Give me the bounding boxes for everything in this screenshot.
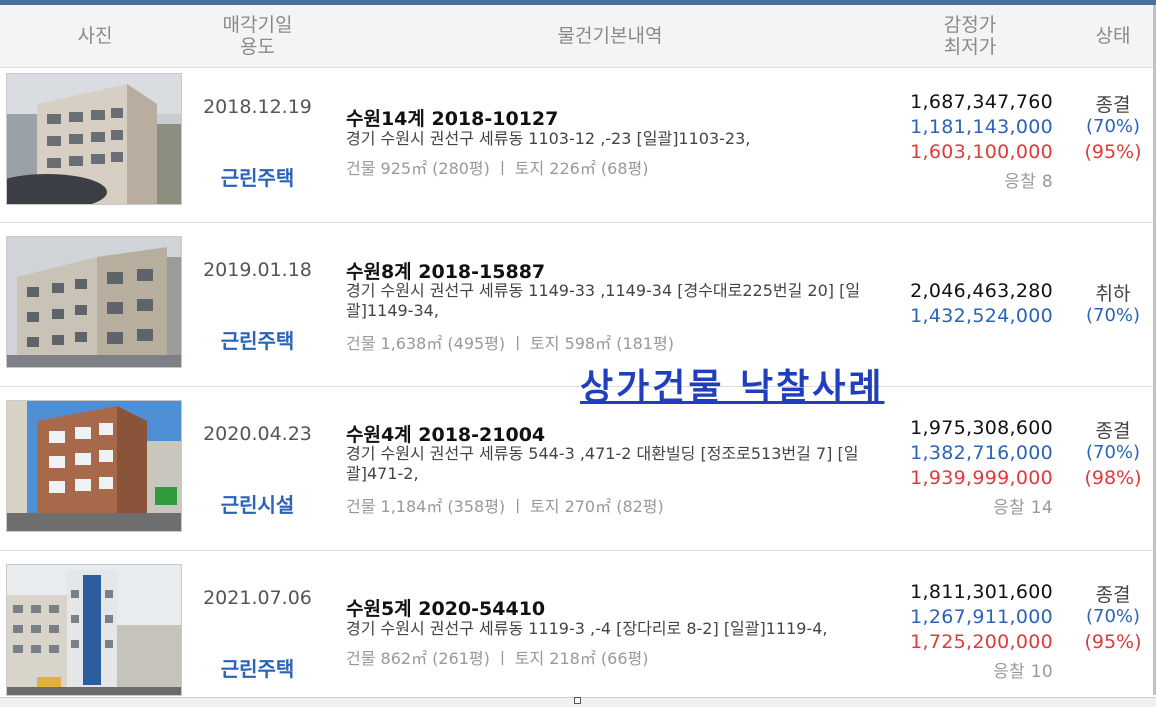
case-title[interactable]: 수원8계 2018-15887 — [346, 257, 545, 284]
property-address: 경기 수원시 권선구 세류동 1149-33 ,1149-34 [경수대로225… — [346, 281, 861, 320]
minimum-percent: (70%) — [1085, 606, 1141, 627]
header-minimum-label: 최저가 — [943, 36, 997, 58]
property-area: 건물 1,638㎡ (495평) ㅣ 토지 598㎡ (181평) — [346, 334, 674, 353]
status-label: 종결 — [1095, 584, 1131, 606]
property-use[interactable]: 근린주택 — [190, 653, 325, 682]
winning-price: 1,603,100,000 — [910, 141, 1053, 163]
case-title[interactable]: 수원4계 2018-21004 — [346, 420, 545, 447]
resize-handle[interactable] — [574, 697, 581, 704]
property-address: 경기 수원시 권선구 세류동 544-3 ,471-2 대환빌딩 [정조로513… — [346, 444, 859, 483]
table-row[interactable]: 2018.12.19 근린주택 수원14계 2018-10127 경기 수원시 … — [0, 68, 1156, 223]
bid-count: 응찰 10 — [993, 662, 1053, 682]
header-date-use: 매각기일 용도 — [190, 5, 325, 67]
header-photo-label: 사진 — [77, 25, 113, 47]
table-header: 사진 매각기일 용도 물건기본내역 감정가 최저가 상태 — [0, 5, 1156, 68]
property-area: 건물 925㎡ (280평) ㅣ 토지 226㎡ (68평) — [346, 159, 649, 178]
minimum-price: 1,181,143,000 — [910, 116, 1053, 138]
minimum-percent: (70%) — [1085, 442, 1141, 463]
appraisal-price: 1,811,301,600 — [910, 581, 1053, 603]
property-area: 건물 862㎡ (261평) ㅣ 토지 218㎡ (66평) — [346, 649, 649, 668]
header-date-label: 매각기일 — [222, 14, 293, 36]
winning-price: 1,939,999,000 — [910, 467, 1053, 489]
case-title[interactable]: 수원5계 2020-54410 — [346, 594, 545, 621]
auction-date: 2019.01.18 — [203, 259, 312, 281]
appraisal-price: 1,975,308,600 — [910, 417, 1053, 439]
header-appraisal-label: 감정가 — [943, 14, 997, 36]
winning-percent: (95%) — [1084, 631, 1142, 653]
property-photo[interactable] — [6, 564, 182, 696]
minimum-price: 1,432,524,000 — [910, 305, 1053, 327]
auction-date: 2018.12.19 — [203, 96, 312, 118]
table-row[interactable]: 2019.01.18 근린주택 수원8계 2018-15887 경기 수원시 권… — [0, 223, 1156, 387]
header-status-label: 상태 — [1095, 25, 1131, 47]
status-label: 종결 — [1095, 94, 1131, 116]
property-use[interactable]: 근린주택 — [190, 325, 325, 354]
header-price: 감정가 최저가 — [890, 5, 1050, 67]
auction-date: 2021.07.06 — [203, 587, 312, 609]
winning-percent: (95%) — [1084, 141, 1142, 163]
header-status: 상태 — [1070, 5, 1156, 67]
property-photo[interactable] — [6, 236, 182, 368]
header-use-label: 용도 — [240, 36, 275, 58]
property-address: 경기 수원시 권선구 세류동 1119-3 ,-4 [장다리로 8-2] [일괄… — [346, 619, 828, 638]
minimum-price: 1,267,911,000 — [910, 606, 1053, 628]
status-label: 종결 — [1095, 420, 1131, 442]
minimum-percent: (70%) — [1085, 116, 1141, 137]
appraisal-price: 2,046,463,280 — [910, 280, 1053, 302]
appraisal-price: 1,687,347,760 — [910, 91, 1053, 113]
property-photo[interactable] — [6, 400, 182, 532]
property-use[interactable]: 근린시설 — [190, 489, 325, 518]
property-use[interactable]: 근린주택 — [190, 162, 325, 191]
winning-percent: (98%) — [1084, 467, 1142, 489]
bid-count: 응찰 14 — [993, 498, 1053, 518]
header-info: 물건기본내역 — [330, 5, 890, 67]
header-info-label: 물건기본내역 — [557, 25, 663, 47]
table-row[interactable]: 2021.07.06 근린주택 수원5계 2020-54410 경기 수원시 권… — [0, 551, 1156, 696]
property-photo[interactable] — [6, 73, 182, 205]
table-row[interactable]: 2020.04.23 근린시설 수원4계 2018-21004 경기 수원시 권… — [0, 387, 1156, 551]
header-photo: 사진 — [0, 5, 190, 67]
case-title[interactable]: 수원14계 2018-10127 — [346, 104, 558, 131]
auction-date: 2020.04.23 — [203, 423, 312, 445]
bid-count: 응찰 8 — [1004, 172, 1053, 192]
property-area: 건물 1,184㎡ (358평) ㅣ 토지 270㎡ (82평) — [346, 497, 664, 516]
minimum-price: 1,382,716,000 — [910, 442, 1053, 464]
minimum-percent: (70%) — [1085, 305, 1141, 326]
status-label: 취하 — [1095, 283, 1131, 305]
winning-price: 1,725,200,000 — [910, 631, 1053, 653]
overlay-caption: 상가건물 낙찰사례 — [580, 367, 885, 408]
property-address: 경기 수원시 권선구 세류동 1103-12 ,-23 [일괄]1103-23, — [346, 129, 751, 148]
